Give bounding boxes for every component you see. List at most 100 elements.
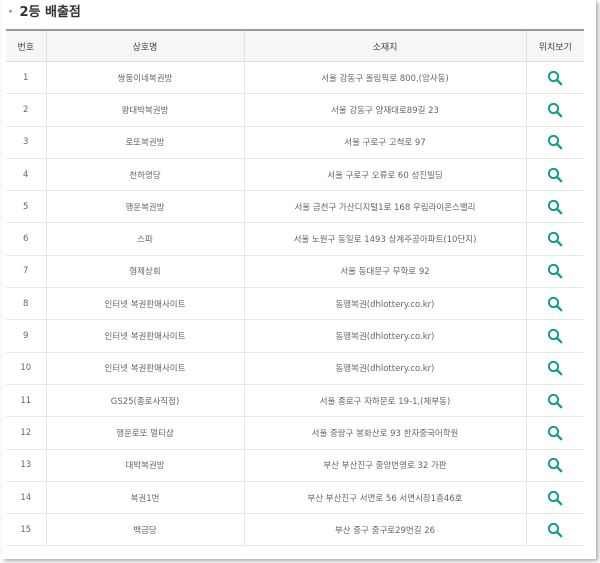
row-location-cell	[525, 384, 584, 418]
row-address: 동행복권(dhlottery.co.kr)	[243, 319, 526, 353]
row-address: 서울 구로구 고척로 97	[243, 126, 526, 159]
row-address: 부산 중구 중구로29번길 26	[243, 513, 526, 547]
row-address: 서울 구로구 오류로 60 성진빌딩	[243, 158, 526, 192]
table-row: 15 백금당 부산 중구 중구로29번길 26	[6, 513, 584, 547]
table-row: 2 왕대박복권방 서울 강동구 양재대로89길 23	[6, 93, 584, 127]
table-body: 1 쌍둥이네복권방 서울 강동구 올림픽로 800,(암사동) 2 왕대박복권방 서울 강…	[6, 61, 584, 547]
row-address: 서울 노원구 동일로 1493 상계주공아파트(10단지)	[243, 222, 526, 256]
row-location-cell	[525, 513, 584, 547]
row-store-name: 행운로또 멀티샵	[45, 416, 244, 450]
row-store-name: 대박복권방	[45, 449, 244, 482]
row-location-cell	[525, 255, 584, 289]
row-number: 10	[6, 352, 46, 385]
bullet-dot: ·	[8, 5, 13, 20]
row-location-cell	[525, 319, 584, 353]
row-location-cell	[525, 93, 584, 127]
row-address: 서울 중랑구 봉화산로 93 한자중국어학원	[243, 416, 526, 450]
section-title: · 2등 배출점	[8, 4, 81, 22]
row-location-cell	[525, 352, 584, 385]
row-location-cell	[525, 158, 584, 192]
row-store-name: 형제상회	[45, 255, 244, 289]
header-number: 번호	[6, 30, 46, 62]
table-row: 14 복권1번 부산 부산진구 서면로 56 서면시장1층46호	[6, 481, 584, 515]
table-header-row: 번호 상호명 소재지 위치보기	[6, 30, 584, 62]
row-store-name: 왕대박복권방	[45, 93, 244, 127]
row-address: 서울 금천구 가산디지털1로 168 우림라이온스밸리	[243, 190, 526, 224]
row-number: 3	[6, 126, 46, 159]
row-store-name: 로또복권방	[45, 126, 244, 159]
table-row: 13 대박복권방 부산 부산진구 중앙번영로 32 가판	[6, 449, 584, 482]
row-location-cell	[525, 449, 584, 482]
search-icon[interactable]	[547, 328, 563, 344]
search-icon[interactable]	[547, 102, 563, 118]
row-number: 5	[6, 190, 46, 224]
row-store-name: 행운복권방	[45, 190, 244, 224]
row-store-name: 인터넷 복권판매사이트	[45, 352, 244, 385]
store-table: 번호 상호명 소재지 위치보기 1 쌍둥이네복권방 서울 강동구 올림픽로 800,…	[6, 29, 584, 547]
row-address: 서울 동대문구 무학로 92	[243, 255, 526, 289]
search-icon[interactable]	[547, 522, 563, 538]
header-address: 소재지	[243, 30, 526, 62]
row-location-cell	[525, 61, 584, 95]
search-icon[interactable]	[547, 296, 563, 312]
row-address: 부산 부산진구 서면로 56 서면시장1층46호	[243, 481, 526, 515]
table-row: 4 천하명당 서울 구로구 오류로 60 성진빌딩	[6, 158, 584, 192]
search-icon[interactable]	[547, 457, 563, 473]
section-title-text: 2등 배출점	[19, 5, 81, 20]
search-icon[interactable]	[547, 134, 563, 150]
row-number: 13	[6, 449, 46, 482]
row-number: 14	[6, 481, 46, 515]
row-store-name: 천하명당	[45, 158, 244, 192]
row-number: 7	[6, 255, 46, 289]
search-icon[interactable]	[547, 167, 563, 183]
row-location-cell	[525, 190, 584, 224]
table-row: 6 스파 서울 노원구 동일로 1493 상계주공아파트(10단지)	[6, 222, 584, 256]
search-icon[interactable]	[547, 231, 563, 247]
row-store-name: 쌍둥이네복권방	[45, 61, 244, 95]
row-store-name: GS25(종로사직점)	[45, 384, 244, 418]
table-row: 9 인터넷 복권판매사이트 동행복권(dhlottery.co.kr)	[6, 319, 584, 353]
table-row: 10 인터넷 복권판매사이트 동행복권(dhlottery.co.kr)	[6, 352, 584, 385]
row-number: 15	[6, 513, 46, 547]
row-location-cell	[525, 222, 584, 256]
row-location-cell	[525, 287, 584, 321]
table-row: 12 행운로또 멀티샵 서울 중랑구 봉화산로 93 한자중국어학원	[6, 416, 584, 450]
row-number: 1	[6, 61, 46, 95]
search-icon[interactable]	[547, 425, 563, 441]
row-store-name: 인터넷 복권판매사이트	[45, 287, 244, 321]
search-icon[interactable]	[547, 393, 563, 409]
search-icon[interactable]	[547, 70, 563, 86]
page-frame: · 2등 배출점 번호 상호명 소재지 위치보기 1 쌍둥이네복권방 서울 강동구 …	[2, 0, 596, 559]
row-number: 8	[6, 287, 46, 321]
table-row: 3 로또복권방 서울 구로구 고척로 97	[6, 126, 584, 159]
row-location-cell	[525, 416, 584, 450]
row-number: 6	[6, 222, 46, 256]
row-location-cell	[525, 126, 584, 159]
header-store-name: 상호명	[45, 30, 244, 62]
row-store-name: 스파	[45, 222, 244, 256]
table-row: 11 GS25(종로사직점) 서울 종로구 자하문로 19-1,(체부동)	[6, 384, 584, 418]
search-icon[interactable]	[547, 490, 563, 506]
search-icon[interactable]	[547, 199, 563, 215]
table-row: 5 행운복권방 서울 금천구 가산디지털1로 168 우림라이온스밸리	[6, 190, 584, 224]
row-location-cell	[525, 481, 584, 515]
search-icon[interactable]	[547, 360, 563, 376]
search-icon[interactable]	[547, 263, 563, 279]
row-number: 9	[6, 319, 46, 353]
table-row: 7 형제상회 서울 동대문구 무학로 92	[6, 255, 584, 289]
row-address: 동행복권(dhlottery.co.kr)	[243, 352, 526, 385]
header-location: 위치보기	[525, 30, 584, 62]
row-store-name: 인터넷 복권판매사이트	[45, 319, 244, 353]
row-number: 12	[6, 416, 46, 450]
row-address: 서울 종로구 자하문로 19-1,(체부동)	[243, 384, 526, 418]
row-address: 서울 강동구 올림픽로 800,(암사동)	[243, 61, 526, 95]
row-number: 11	[6, 384, 46, 418]
row-number: 4	[6, 158, 46, 192]
row-address: 부산 부산진구 중앙번영로 32 가판	[243, 449, 526, 482]
row-store-name: 복권1번	[45, 481, 244, 515]
row-store-name: 백금당	[45, 513, 244, 547]
row-number: 2	[6, 93, 46, 127]
row-address: 서울 강동구 양재대로89길 23	[243, 93, 526, 127]
table-row: 8 인터넷 복권판매사이트 동행복권(dhlottery.co.kr)	[6, 287, 584, 321]
row-address: 동행복권(dhlottery.co.kr)	[243, 287, 526, 321]
